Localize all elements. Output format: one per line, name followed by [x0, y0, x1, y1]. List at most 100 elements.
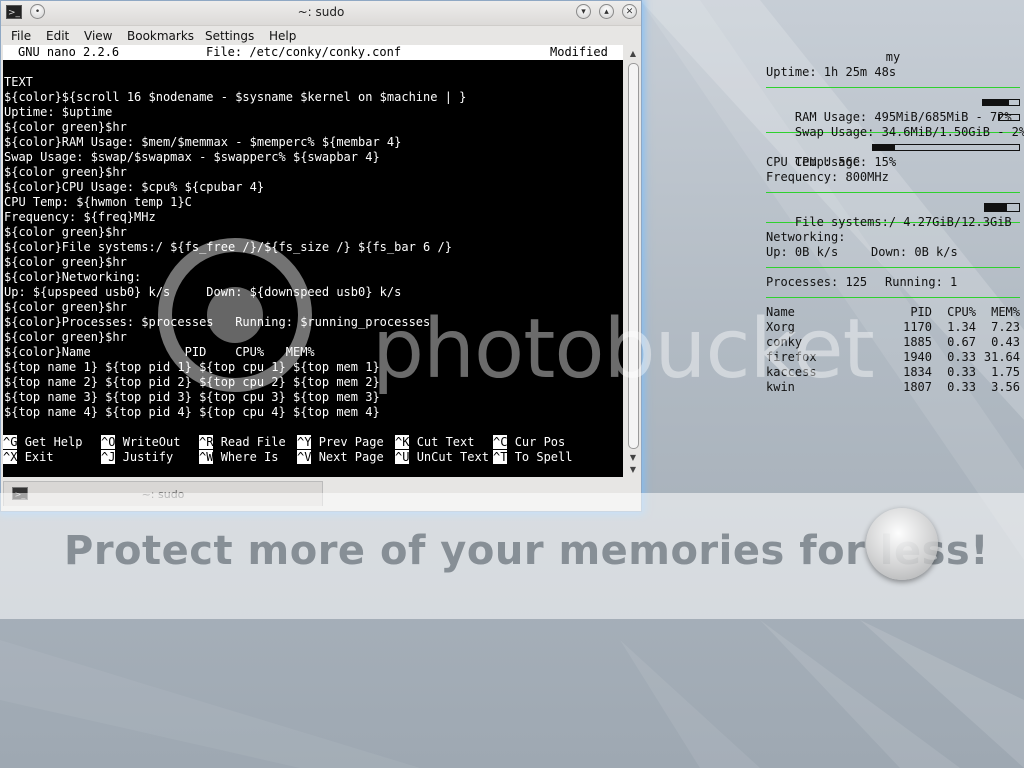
proc-mem: 31.64: [983, 350, 1020, 364]
watermark-text: photobucket: [372, 302, 875, 397]
shortcut-key: ^X: [3, 450, 18, 464]
menu-view[interactable]: View: [84, 29, 112, 43]
menu-edit[interactable]: Edit: [46, 29, 69, 43]
shortcut-key: ^T: [493, 450, 508, 464]
editor-line: ${color green}$hr: [4, 225, 127, 239]
conky-up: Up: 0B k/s: [766, 245, 839, 259]
shortcut-to-spell[interactable]: ^T To Spell: [493, 450, 572, 465]
nano-status: Modified: [550, 45, 608, 59]
swap-bar: [998, 114, 1020, 121]
shortcut-key: ^W: [199, 450, 214, 464]
conky-ram-row: RAM Usage: 495MiB/685MiB - 72%: [766, 95, 1020, 124]
menu-settings[interactable]: Settings: [205, 29, 254, 43]
proc-mem: 1.75: [991, 365, 1020, 379]
shortcut-key: ^K: [395, 435, 410, 449]
shortcut-key: ^V: [297, 450, 312, 464]
shortcut-cur-pos[interactable]: ^C Cur Pos: [493, 435, 565, 450]
shortcut-key: ^C: [493, 435, 508, 449]
editor-line: ${color green}$hr: [4, 255, 127, 269]
editor-line: ${color}File systems:/ ${fs_free /}/${fs…: [4, 240, 452, 254]
shortcut-key: ^R: [199, 435, 214, 449]
menu-help[interactable]: Help: [269, 29, 296, 43]
shortcut-justify[interactable]: ^J Justify: [101, 450, 173, 465]
scroll-down-icon[interactable]: ▼: [628, 453, 638, 463]
ram-bar: [982, 99, 1020, 106]
proc-cpu: 0.67: [947, 335, 976, 349]
conky-swap-row: Swap Usage: 34.6MiB/1.50GiB - 2%: [766, 110, 1024, 139]
shortcut-writeout[interactable]: ^O WriteOut: [101, 435, 180, 450]
shortcut-key: ^Y: [297, 435, 312, 449]
conky-divider: [766, 267, 1020, 268]
nano-file: File: /etc/conky/conky.conf: [206, 45, 402, 59]
editor-line: Swap Usage: $swap/$swapmax - $swapperc% …: [4, 150, 380, 164]
minimize-button[interactable]: ▾: [576, 4, 591, 19]
shortcut-label: Get Help: [24, 435, 83, 449]
shortcut-key: ^J: [101, 450, 116, 464]
ram-bar-fill: [983, 100, 1009, 105]
editor-line: ${color green}$hr: [4, 120, 127, 134]
menu-bookmarks[interactable]: Bookmarks: [127, 29, 194, 43]
conky-cpu-row: CPU Usage: 15%: [766, 140, 1020, 169]
scroll-down-icon[interactable]: ▼: [628, 465, 638, 475]
proc-pid: 1170: [903, 320, 932, 334]
proc-cpu: 0.33: [947, 365, 976, 379]
terminal-area[interactable]: GNU nano 2.2.6 File: /etc/conky/conky.co…: [3, 45, 623, 477]
editor-line: ${color green}$hr: [4, 330, 127, 344]
editor-line: ${color}Processes: $processes Running: $…: [4, 315, 431, 329]
proc-cpu: 1.34: [947, 320, 976, 334]
conky-frequency: Frequency: 800MHz: [766, 170, 889, 184]
shortcut-read-file[interactable]: ^R Read File: [199, 435, 286, 450]
editor-line: ${top name 2} ${top pid 2} ${top cpu 2} …: [4, 375, 380, 389]
terminal-scrollbar[interactable]: ▲ ▼ ▼: [626, 45, 640, 477]
maximize-button[interactable]: ▴: [599, 4, 614, 19]
conky-swap: Swap Usage: 34.6MiB/1.50GiB - 2%: [794, 125, 1024, 139]
editor-line: ${top name 3} ${top pid 3} ${top cpu 3} …: [4, 390, 380, 404]
proc-pid: 1834: [903, 365, 932, 379]
editor-line: ${top name 4} ${top pid 4} ${top cpu 4} …: [4, 405, 380, 419]
editor-line: TEXT: [4, 75, 33, 89]
shortcut-prev-page[interactable]: ^Y Prev Page: [297, 435, 384, 450]
shortcut-label: Where Is: [220, 450, 279, 464]
col-pid: PID: [910, 305, 932, 319]
shortcut-label: Exit: [24, 450, 54, 464]
scroll-up-icon[interactable]: ▲: [628, 49, 638, 59]
shortcut-label: UnCut Text: [416, 450, 489, 464]
conky-down: Down: 0B k/s: [871, 245, 958, 259]
conky-processes: Processes: 125: [766, 275, 868, 289]
shortcut-key: ^U: [395, 450, 410, 464]
shortcut-next-page[interactable]: ^V Next Page: [297, 450, 384, 465]
proc-mem: 7.23: [991, 320, 1020, 334]
conky-net-speeds: Up: 0B k/s Down: 0B k/s: [766, 245, 1020, 260]
shortcut-where-is[interactable]: ^W Where Is: [199, 450, 278, 465]
close-button[interactable]: ✕: [622, 4, 637, 19]
conky-running: Running: 1: [885, 275, 958, 289]
editor-line: Uptime: $uptime: [4, 105, 113, 119]
promo-badge: [866, 508, 938, 580]
proc-cpu: 0.33: [947, 380, 976, 394]
menu-bar: File Edit View Bookmarks Settings Help: [1, 26, 641, 46]
editor-line: ${color green}$hr: [4, 165, 127, 179]
shortcut-label: WriteOut: [122, 435, 181, 449]
col-mem: MEM%: [991, 305, 1020, 319]
editor-line: ${color green}$hr: [4, 300, 127, 314]
conky-divider: [766, 297, 1020, 298]
editor-line: ${top name 1} ${top pid 1} ${top cpu 1} …: [4, 360, 380, 374]
conky-scroll: my: [885, 50, 901, 64]
editor-line: ${color}CPU Usage: $cpu% ${cpubar 4}: [4, 180, 265, 194]
editor-line: ${color}Name PID CPU% MEM%: [4, 345, 315, 359]
editor-line: ${color}Networking:: [4, 270, 142, 284]
conky-fs-row: File systems:/ 4.27GiB/12.3GiB: [766, 200, 1020, 229]
col-cpu: CPU%: [947, 305, 976, 319]
menu-file[interactable]: File: [11, 29, 31, 43]
shortcut-uncut-text[interactable]: ^U UnCut Text: [395, 450, 489, 465]
nano-version: GNU nano 2.2.6: [18, 45, 120, 59]
title-bar[interactable]: >_ • ~: sudo ▾ ▴ ✕: [1, 1, 641, 26]
shortcut-exit[interactable]: ^X Exit: [3, 450, 54, 465]
conky-processes-row: Processes: 125 Running: 1: [766, 275, 1020, 290]
shortcut-cut-text[interactable]: ^K Cut Text: [395, 435, 474, 450]
conky-uptime: Uptime: 1h 25m 48s: [766, 65, 897, 79]
cpu-bar: [872, 144, 1020, 151]
shortcut-get-help[interactable]: ^G Get Help: [3, 435, 82, 450]
shortcut-label: Cut Text: [416, 435, 475, 449]
cpu-bar-fill: [873, 145, 895, 150]
